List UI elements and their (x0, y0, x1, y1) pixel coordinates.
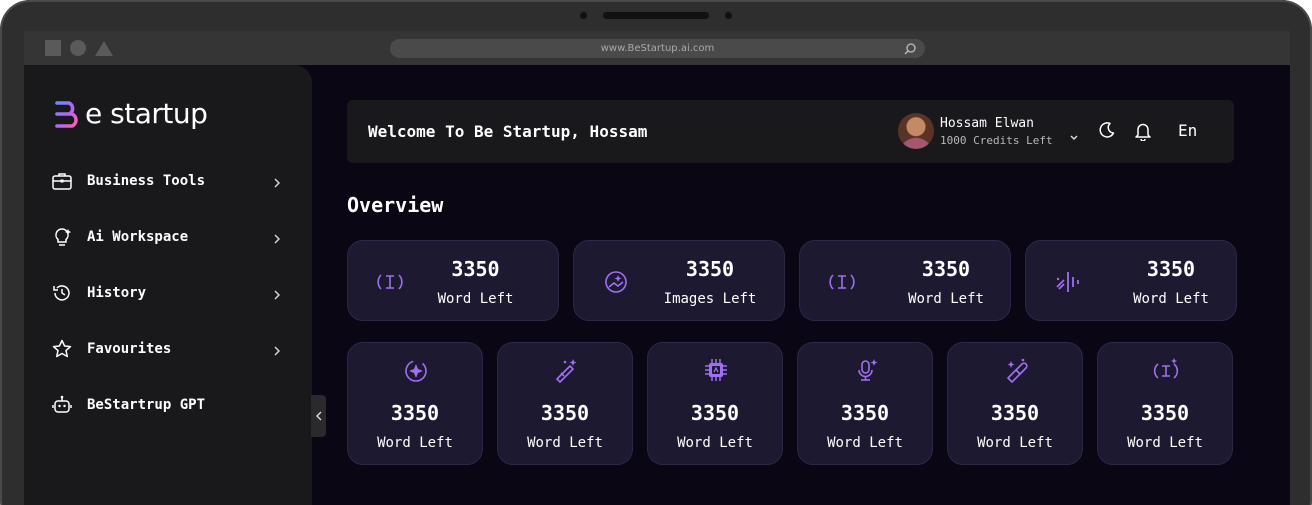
text-cursor-icon (1153, 357, 1179, 387)
tool-value: 3350 (390, 401, 440, 425)
sidebar-item-favourites[interactable]: Favourites (51, 333, 281, 365)
bell-icon[interactable] (1134, 121, 1152, 145)
magic-wand-icon (553, 357, 579, 387)
tool-value: 3350 (1140, 401, 1190, 425)
tool-value: 3350 (540, 401, 590, 425)
tool-card[interactable]: 3350 Word Left (1097, 342, 1233, 465)
stat-card[interactable]: 3350 Word Left (1025, 240, 1237, 321)
tool-card[interactable]: 3350 Word Left (797, 342, 933, 465)
sidebar-item-label: BeStartrup GPT (87, 397, 206, 413)
avatar (898, 113, 934, 149)
brush-icon (1003, 357, 1029, 387)
logo-mark-icon (55, 100, 78, 128)
history-icon (51, 282, 73, 304)
tool-card[interactable]: 3350 Word Left (647, 342, 783, 465)
sidebar-item-ai-workspace[interactable]: Ai Workspace (51, 221, 281, 253)
star-icon (51, 338, 73, 360)
camera-notch (580, 12, 732, 19)
tool-card[interactable]: 3350 Word Left (497, 342, 633, 465)
lightbulb-icon (51, 226, 73, 248)
stat-label: Word Left (437, 291, 514, 307)
tool-label: Word Left (677, 435, 753, 451)
window-controls (45, 40, 113, 56)
logo-text: e startup (85, 97, 208, 130)
tool-value: 3350 (690, 401, 740, 425)
stat-label: Word Left (1133, 291, 1209, 307)
chevron-right-icon (273, 230, 281, 249)
sidebar-item-label: History (87, 285, 147, 301)
chevron-left-icon (315, 411, 321, 421)
sparkle-icon (403, 357, 429, 387)
url-text: www.BeStartup.ai.com (600, 43, 715, 54)
tool-card[interactable]: 3350 Word Left (347, 342, 483, 465)
sidebar-collapse-button[interactable] (311, 395, 326, 437)
search-icon[interactable] (903, 41, 917, 60)
sidebar-item-bestartup-gpt[interactable]: BeStartrup GPT (51, 389, 281, 421)
user-menu[interactable]: Hossam Elwan 1000 Credits Left (898, 113, 1078, 149)
app-screen: e startup Business Tools Ai Workspace Hi… (24, 65, 1290, 505)
chevron-right-icon (273, 286, 281, 305)
brand-logo[interactable]: e startup (54, 97, 208, 130)
tool-value: 3350 (990, 401, 1040, 425)
sidebar-item-label: Business Tools (87, 173, 206, 189)
stat-card[interactable]: 3350 Word Left (799, 240, 1011, 321)
sidebar-item-history[interactable]: History (51, 277, 281, 309)
browser-toolbar: www.BeStartup.ai.com (24, 31, 1290, 65)
sidebar-item-business-tools[interactable]: Business Tools (51, 165, 281, 197)
sidebar: e startup Business Tools Ai Workspace Hi… (24, 65, 312, 505)
chevron-down-icon[interactable] (1069, 127, 1079, 146)
tool-label: Word Left (1127, 435, 1203, 451)
circle-control-icon[interactable] (70, 40, 86, 56)
microphone-icon (853, 357, 879, 387)
tool-label: Word Left (377, 435, 453, 451)
chevron-right-icon (273, 342, 281, 361)
sidebar-item-label: Favourites (87, 341, 172, 357)
language-switcher[interactable]: En (1178, 121, 1197, 140)
chip-icon (703, 357, 729, 387)
robot-icon (51, 394, 73, 416)
user-name: Hossam Elwan (940, 115, 1034, 131)
stat-card[interactable]: 3350 Images Left (573, 240, 785, 321)
triangle-control-icon[interactable] (95, 40, 113, 56)
address-bar[interactable]: www.BeStartup.ai.com (390, 39, 925, 58)
stat-value: 3350 (1146, 257, 1196, 281)
stat-value: 3350 (451, 257, 500, 281)
overview-title: Overview (347, 193, 444, 217)
sidebar-item-label: Ai Workspace (87, 229, 189, 245)
top-header: Welcome To Be Startup, Hossam Hossam Elw… (347, 100, 1234, 163)
tool-card[interactable]: 3350 Word Left (947, 342, 1083, 465)
tool-label: Word Left (827, 435, 903, 451)
tool-value: 3350 (840, 401, 890, 425)
square-control-icon[interactable] (45, 40, 61, 56)
stat-card[interactable]: 3350 Word Left (347, 240, 559, 321)
welcome-message: Welcome To Be Startup, Hossam (368, 122, 648, 141)
chevron-right-icon (273, 174, 281, 193)
tool-label: Word Left (527, 435, 603, 451)
tool-label: Word Left (977, 435, 1053, 451)
briefcase-icon (51, 170, 73, 192)
laptop-frame: www.BeStartup.ai.com e startup Business … (0, 0, 1312, 505)
user-credits: 1000 Credits Left (940, 133, 1053, 147)
moon-icon[interactable] (1098, 121, 1116, 143)
